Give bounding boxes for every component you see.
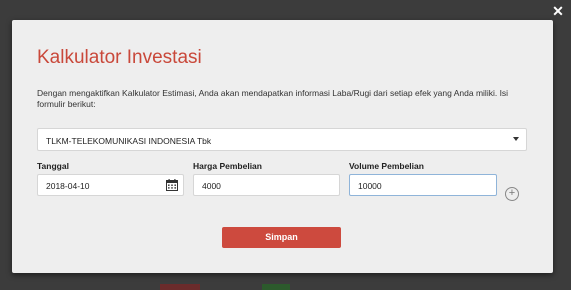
- investment-calculator-modal: Kalkulator Investasi Dengan mengaktifkan…: [12, 20, 553, 273]
- save-button[interactable]: Simpan: [222, 227, 341, 248]
- stock-select-value: TLKM-TELEKOMUNIKASI INDONESIA Tbk: [46, 136, 212, 146]
- purchase-volume-label: Volume Pembelian: [349, 161, 424, 171]
- purchase-price-field[interactable]: 4000: [193, 174, 340, 196]
- purchase-price-value: 4000: [202, 181, 221, 191]
- chevron-down-icon: [513, 137, 519, 141]
- calendar-icon[interactable]: [166, 179, 178, 191]
- date-field-value: 2018-04-10: [46, 181, 90, 191]
- backdrop-stripe: [160, 284, 200, 290]
- date-label: Tanggal: [37, 161, 69, 171]
- purchase-volume-value: 10000: [358, 181, 382, 191]
- date-field[interactable]: 2018-04-10: [37, 174, 184, 196]
- modal-description: Dengan mengaktifkan Kalkulator Estimasi,…: [37, 88, 509, 109]
- plus-circle-icon[interactable]: +: [505, 187, 519, 201]
- backdrop-stripe: [262, 284, 290, 290]
- purchase-volume-field[interactable]: 10000: [349, 174, 497, 196]
- stock-select[interactable]: TLKM-TELEKOMUNIKASI INDONESIA Tbk: [37, 128, 527, 151]
- modal-title: Kalkulator Investasi: [37, 47, 202, 68]
- close-icon[interactable]: ✕: [551, 2, 565, 20]
- purchase-price-label: Harga Pembelian: [193, 161, 262, 171]
